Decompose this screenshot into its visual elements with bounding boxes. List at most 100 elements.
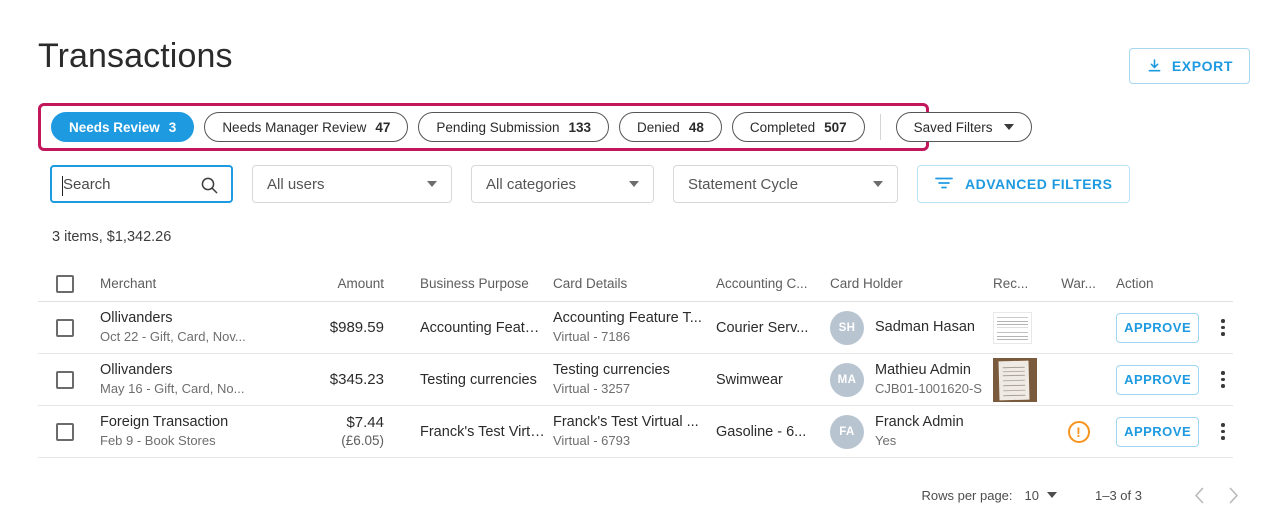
rows-per-page-label: Rows per page: — [921, 487, 1013, 503]
prev-page-button[interactable] — [1182, 478, 1216, 512]
merchant-name: Ollivanders — [100, 362, 173, 378]
col-business-purpose: Business Purpose — [420, 276, 529, 291]
card-details-cell: Testing currencies Virtual - 3257 — [553, 361, 715, 398]
row-select-cell — [38, 370, 100, 389]
approve-button[interactable]: APPROVE — [1116, 312, 1200, 343]
chip-pending-submission[interactable]: Pending Submission 133 — [418, 112, 610, 142]
receipt-thumbnail-icon[interactable] — [993, 311, 1032, 344]
status-chip-row: Needs Review 3 Needs Manager Review 47 P… — [41, 106, 1033, 148]
merchant-name: Ollivanders — [100, 310, 173, 326]
chevron-down-icon — [1047, 492, 1057, 498]
chip-label: Needs Review — [69, 119, 160, 135]
accounting-code: Courier Serv... — [716, 319, 809, 336]
row-checkbox[interactable] — [56, 318, 74, 337]
amount-value: $345.23 — [329, 371, 384, 388]
receipt-paper — [998, 360, 1030, 400]
holder-name: Franck Admin — [875, 414, 964, 430]
statement-cycle-select[interactable]: Statement Cycle — [673, 165, 898, 203]
receipt-thumbnail-icon[interactable] — [993, 357, 1037, 402]
text-cursor — [62, 176, 63, 196]
merchant-name: Foreign Transaction — [100, 414, 229, 430]
chip-count: 3 — [168, 119, 177, 135]
next-page-button[interactable] — [1216, 478, 1250, 512]
advanced-filters-label: ADVANCED FILTERS — [965, 176, 1113, 192]
chip-label: Completed — [749, 119, 816, 135]
chevron-down-icon — [427, 181, 437, 187]
merchant-details: May 16 - Gift, Card, No... — [100, 381, 245, 396]
chip-saved-filters[interactable]: Saved Filters — [895, 112, 1033, 142]
holder-name: Sadman Hasan — [875, 319, 975, 335]
merchant-details: Oct 22 - Gift, Card, Nov... — [100, 329, 246, 344]
chip-needs-review[interactable]: Needs Review 3 — [51, 112, 195, 142]
card-details-name: Franck's Test Virtual ... — [553, 414, 699, 430]
merchant-cell: Ollivanders May 16 - Gift, Card, No... — [100, 361, 310, 398]
holder-sub: CJB01-1001620-S — [875, 381, 982, 396]
table-row[interactable]: Ollivanders May 16 - Gift, Card, No... $… — [38, 354, 1233, 406]
chip-count: 48 — [688, 119, 704, 135]
users-select[interactable]: All users — [252, 165, 452, 203]
merchant-details: Feb 9 - Book Stores — [100, 433, 216, 448]
table-row[interactable]: Foreign Transaction Feb 9 - Book Stores … — [38, 406, 1233, 458]
card-holder-cell: FA Franck Admin Yes — [828, 413, 993, 450]
status-filter-highlight: Needs Review 3 Needs Manager Review 47 P… — [38, 103, 1033, 151]
card-details-name: Testing currencies — [553, 362, 670, 378]
chip-label: Denied — [637, 119, 680, 135]
chip-completed[interactable]: Completed 507 — [731, 112, 865, 142]
col-action: Action — [1116, 276, 1154, 291]
categories-select[interactable]: All categories — [471, 165, 654, 203]
transactions-table: Merchant Amount Business Purpose Card De… — [38, 266, 1233, 458]
amount-cell: $345.23 — [310, 370, 388, 389]
approve-button[interactable]: APPROVE — [1116, 364, 1200, 395]
transactions-page: Transactions EXPORT Needs Review 3 Needs… — [0, 0, 1287, 524]
filter-toolbar: All users All categories Statement Cycle… — [50, 165, 1131, 203]
action-cell: APPROVE — [1107, 416, 1233, 447]
filter-icon — [935, 176, 953, 193]
download-icon — [1146, 58, 1163, 75]
statement-cycle-value: Statement Cycle — [688, 175, 799, 193]
warning-icon[interactable]: ! — [1067, 420, 1090, 443]
business-purpose: Accounting Feature T... — [420, 319, 553, 336]
action-cell: APPROVE — [1107, 312, 1233, 343]
table-row[interactable]: Ollivanders Oct 22 - Gift, Card, Nov... … — [38, 302, 1233, 354]
merchant-cell: Foreign Transaction Feb 9 - Book Stores — [100, 413, 310, 450]
card-holder-cell: MA Mathieu Admin CJB01-1001620-S — [828, 361, 993, 398]
page-range: 1–3 of 3 — [1095, 487, 1142, 503]
more-options-icon[interactable] — [1213, 371, 1233, 388]
select-all-checkbox[interactable] — [56, 274, 74, 293]
export-button[interactable]: EXPORT — [1128, 48, 1250, 84]
amount-cell: $989.59 — [310, 318, 388, 337]
more-options-icon[interactable] — [1213, 423, 1233, 440]
card-details-sub: Virtual - 6793 — [553, 433, 631, 448]
holder-name: Mathieu Admin — [875, 362, 971, 378]
chip-label: Pending Submission — [436, 119, 560, 135]
advanced-filters-button[interactable]: ADVANCED FILTERS — [917, 165, 1131, 203]
row-checkbox[interactable] — [56, 422, 74, 441]
col-card-holder: Card Holder — [830, 276, 903, 291]
chip-denied[interactable]: Denied 48 — [619, 112, 722, 142]
search-icon[interactable] — [200, 176, 219, 200]
rows-per-page-value: 10 — [1024, 487, 1039, 503]
card-holder-cell: SH Sadman Hasan — [828, 310, 993, 345]
rows-per-page-select[interactable]: 10 — [1025, 488, 1057, 503]
chip-needs-manager-review[interactable]: Needs Manager Review 47 — [204, 112, 409, 142]
pagination: Rows per page: 10 1–3 of 3 — [921, 478, 1250, 512]
chip-count: 507 — [824, 119, 847, 135]
chip-divider — [879, 114, 881, 140]
users-select-value: All users — [267, 175, 325, 193]
results-summary: 3 items, $1,342.26 — [52, 229, 172, 245]
search-input[interactable] — [62, 175, 202, 193]
search-box[interactable] — [50, 165, 233, 203]
page-title: Transactions — [38, 37, 233, 75]
row-checkbox[interactable] — [56, 370, 74, 389]
receipt-cell — [993, 357, 1050, 402]
chevron-down-icon — [1004, 124, 1015, 130]
approve-button[interactable]: APPROVE — [1116, 416, 1200, 447]
row-select-cell — [38, 422, 100, 441]
accounting-code: Swimwear — [716, 371, 783, 388]
card-details-cell: Accounting Feature T... Virtual - 7186 — [553, 309, 715, 346]
more-options-icon[interactable] — [1213, 319, 1233, 336]
col-warning: War... — [1061, 276, 1096, 291]
col-merchant: Merchant — [100, 276, 157, 291]
col-accounting-code: Accounting C... — [716, 276, 808, 291]
business-purpose: Franck's Test Virtual ... — [420, 423, 553, 440]
